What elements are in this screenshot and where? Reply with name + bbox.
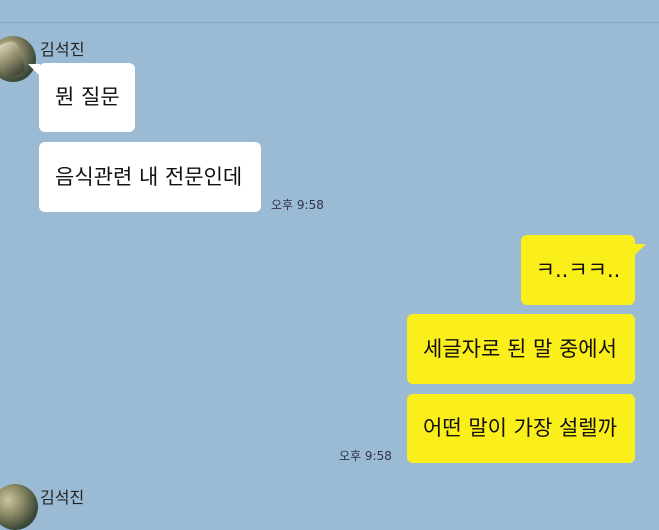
message-text: 음식관련 내 전문인데 — [55, 164, 243, 189]
sender-name: 김석진 — [40, 488, 85, 507]
chat-top-divider — [0, 0, 659, 23]
outgoing-message-bubble[interactable]: ㅋ..ㅋㅋ.. — [521, 235, 635, 305]
message-timestamp: 오후 9:58 — [271, 198, 324, 212]
avatar[interactable] — [0, 484, 38, 530]
sender-name: 김석진 — [40, 40, 85, 59]
message-text: 뭔 질문 — [55, 85, 120, 109]
message-text: ㅋ..ㅋㅋ.. — [535, 257, 621, 282]
outgoing-message-bubble[interactable]: 세글자로 된 말 중에서 — [407, 314, 635, 384]
message-timestamp: 오후 9:58 — [339, 449, 392, 463]
outgoing-message-bubble[interactable]: 어떤 말이 가장 설렐까 — [407, 394, 635, 463]
incoming-message-bubble[interactable]: 음식관련 내 전문인데 — [39, 142, 261, 212]
message-text: 세글자로 된 말 중에서 — [423, 336, 617, 361]
message-text: 어떤 말이 가장 설렐까 — [423, 416, 617, 440]
incoming-message-bubble[interactable]: 뭔 질문 — [39, 63, 135, 132]
bubble-tail — [634, 244, 646, 256]
